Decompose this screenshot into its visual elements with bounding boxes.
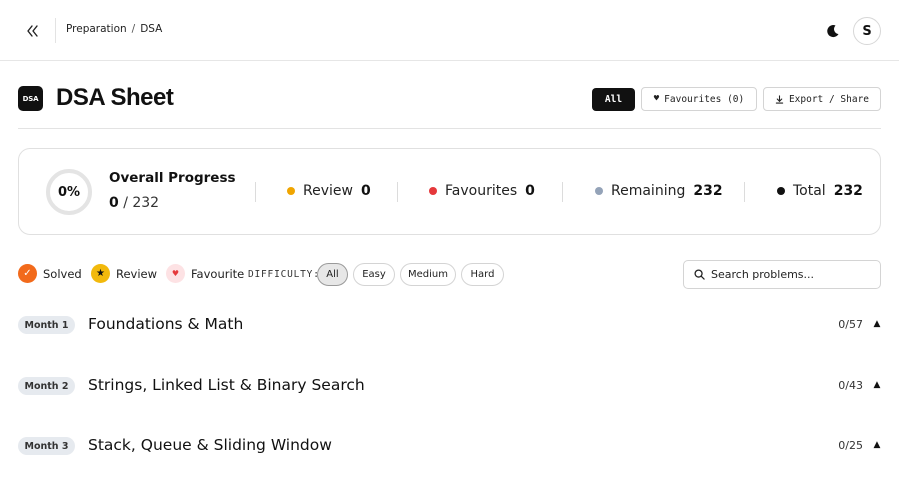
triangle-up-icon[interactable]: ▲ (872, 380, 882, 390)
month-title: Stack, Queue & Sliding Window (88, 436, 332, 454)
search-input[interactable] (711, 268, 876, 281)
export-share-label: Export / Share (788, 93, 870, 105)
download-icon (775, 94, 784, 104)
legend-review: ★ Review (91, 264, 157, 283)
stat-label: Remaining (611, 183, 686, 199)
month-title: Foundations & Math (88, 315, 244, 333)
stat-divider (562, 182, 563, 202)
month-badge: Month 2 (18, 377, 75, 395)
stat-favourites: Favourites 0 (429, 183, 535, 199)
breadcrumb-separator: / (131, 23, 136, 35)
legend-solved-label: Solved (43, 266, 82, 281)
month-section-3[interactable]: Month 3 Stack, Queue & Sliding Window 0/… (18, 432, 881, 460)
month-title: Strings, Linked List & Binary Search (88, 376, 365, 394)
heart-icon: ♥ (653, 94, 660, 104)
double-chevron-left-icon (27, 25, 38, 37)
stat-label: Total (793, 183, 826, 199)
heart-icon: ♥ (166, 264, 185, 283)
breadcrumb: Preparation / DSA (66, 23, 162, 35)
all-button[interactable]: All (592, 88, 635, 111)
progress-percent: 0% (57, 184, 81, 200)
month-badge: Month 1 (18, 316, 75, 334)
search-box[interactable] (683, 260, 881, 289)
theme-toggle-button[interactable] (822, 20, 844, 42)
month-count: 0/57 (838, 318, 863, 331)
legend-solved: ✓ Solved (18, 264, 82, 283)
favourites-button[interactable]: ♥ Favourites (0) (641, 87, 757, 111)
filter-medium[interactable]: Medium (400, 263, 456, 286)
stat-value: 0 (525, 183, 535, 199)
legend-review-label: Review (116, 266, 158, 281)
breadcrumb-current: DSA (140, 23, 163, 35)
filter-all[interactable]: All (317, 263, 348, 286)
filter-easy[interactable]: Easy (353, 263, 395, 286)
avatar-initial: S (862, 23, 872, 39)
stat-value: 0 (360, 183, 371, 199)
breadcrumb-parent[interactable]: Preparation (66, 23, 127, 35)
total-dot (777, 187, 785, 195)
topbar-divider (55, 18, 56, 43)
stat-value: 232 (693, 183, 723, 199)
moon-icon (827, 25, 839, 38)
collapse-sidebar-button[interactable] (20, 19, 44, 43)
star-icon: ★ (91, 264, 110, 283)
stat-label: Favourites (445, 183, 518, 199)
favourites-dot (429, 187, 437, 195)
search-icon (694, 269, 705, 280)
stat-remaining: Remaining 232 (595, 183, 723, 199)
month-section-2[interactable]: Month 2 Strings, Linked List & Binary Se… (18, 372, 881, 400)
triangle-up-icon[interactable]: ▲ (872, 440, 882, 450)
page-header: DSA DSA Sheet All ♥ Favourites (0) Expor… (18, 84, 881, 129)
stat-label: Review (303, 183, 353, 199)
progress-card: 0% Overall Progress 0 / 232 Review 0 Fav… (18, 148, 881, 235)
triangle-up-icon[interactable]: ▲ (872, 319, 882, 329)
solved-count: 0 (109, 195, 119, 211)
overall-progress-title: Overall Progress (109, 170, 236, 186)
month-count: 0/25 (838, 439, 863, 452)
stat-divider (744, 182, 745, 202)
stat-value: 232 (833, 183, 863, 199)
month-badge: Month 3 (18, 437, 75, 455)
total-count-label: / 232 (123, 195, 160, 211)
user-avatar[interactable]: S (853, 17, 881, 45)
filter-hard[interactable]: Hard (461, 263, 504, 286)
legend-favourite: ♥ Favourite (166, 264, 244, 283)
review-dot (287, 187, 295, 195)
difficulty-label: DIFFICULTY: (248, 269, 320, 280)
overall-progress-count: 0 / 232 (109, 195, 159, 211)
stat-divider (255, 182, 256, 202)
top-bar: Preparation / DSA S (0, 0, 899, 61)
favourites-button-label: Favourites (0) (664, 93, 745, 105)
month-section-1[interactable]: Month 1 Foundations & Math 0/57 ▲ (18, 311, 881, 339)
month-count: 0/43 (838, 379, 863, 392)
page-title: DSA Sheet (56, 84, 174, 111)
check-icon: ✓ (18, 264, 37, 283)
stat-divider (397, 182, 398, 202)
dsa-logo: DSA (18, 86, 43, 111)
export-share-button[interactable]: Export / Share (763, 87, 881, 111)
stat-review: Review 0 (287, 183, 371, 199)
stat-total: Total 232 (777, 183, 863, 199)
remaining-dot (595, 187, 603, 195)
legend-favourite-label: Favourite (191, 266, 245, 281)
